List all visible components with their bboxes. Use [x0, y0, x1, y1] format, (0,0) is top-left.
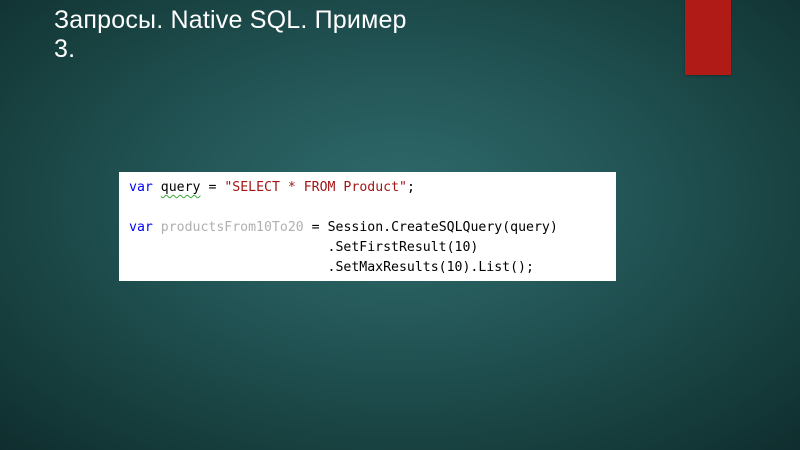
slide-title-line-1: Запросы. Native SQL. Пример	[54, 6, 407, 34]
code-line-4: .SetMaxResults(10).List();	[129, 258, 616, 278]
code-snippet: var query = "SELECT * FROM Product"; var…	[119, 172, 616, 281]
set-max-results-call: .SetMaxResults(10).List();	[327, 260, 534, 275]
slide: Запросы. Native SQL. Пример 3. var query…	[0, 0, 800, 450]
assign-operator: =	[208, 180, 217, 195]
assign-operator: =	[311, 220, 320, 235]
variable-query: query	[160, 180, 201, 195]
keyword-var: var	[129, 220, 153, 235]
red-accent-bar	[685, 0, 731, 75]
code-line-1: var query = "SELECT * FROM Product";	[129, 178, 616, 198]
sql-string-literal: "SELECT * FROM Product"	[224, 180, 407, 195]
keyword-var: var	[129, 180, 153, 195]
slide-title: Запросы. Native SQL. Пример 3.	[54, 6, 474, 64]
variable-products: productsFrom10To20	[160, 220, 304, 235]
code-line-2: var productsFrom10To20 = Session.CreateS…	[129, 218, 616, 238]
slide-title-line-2: 3.	[54, 35, 76, 63]
statement-terminator: ;	[406, 180, 415, 195]
session-call: Session.CreateSQLQuery(query)	[327, 220, 558, 235]
set-first-result-call: .SetFirstResult(10)	[327, 240, 479, 255]
code-line-3: .SetFirstResult(10)	[129, 238, 616, 258]
